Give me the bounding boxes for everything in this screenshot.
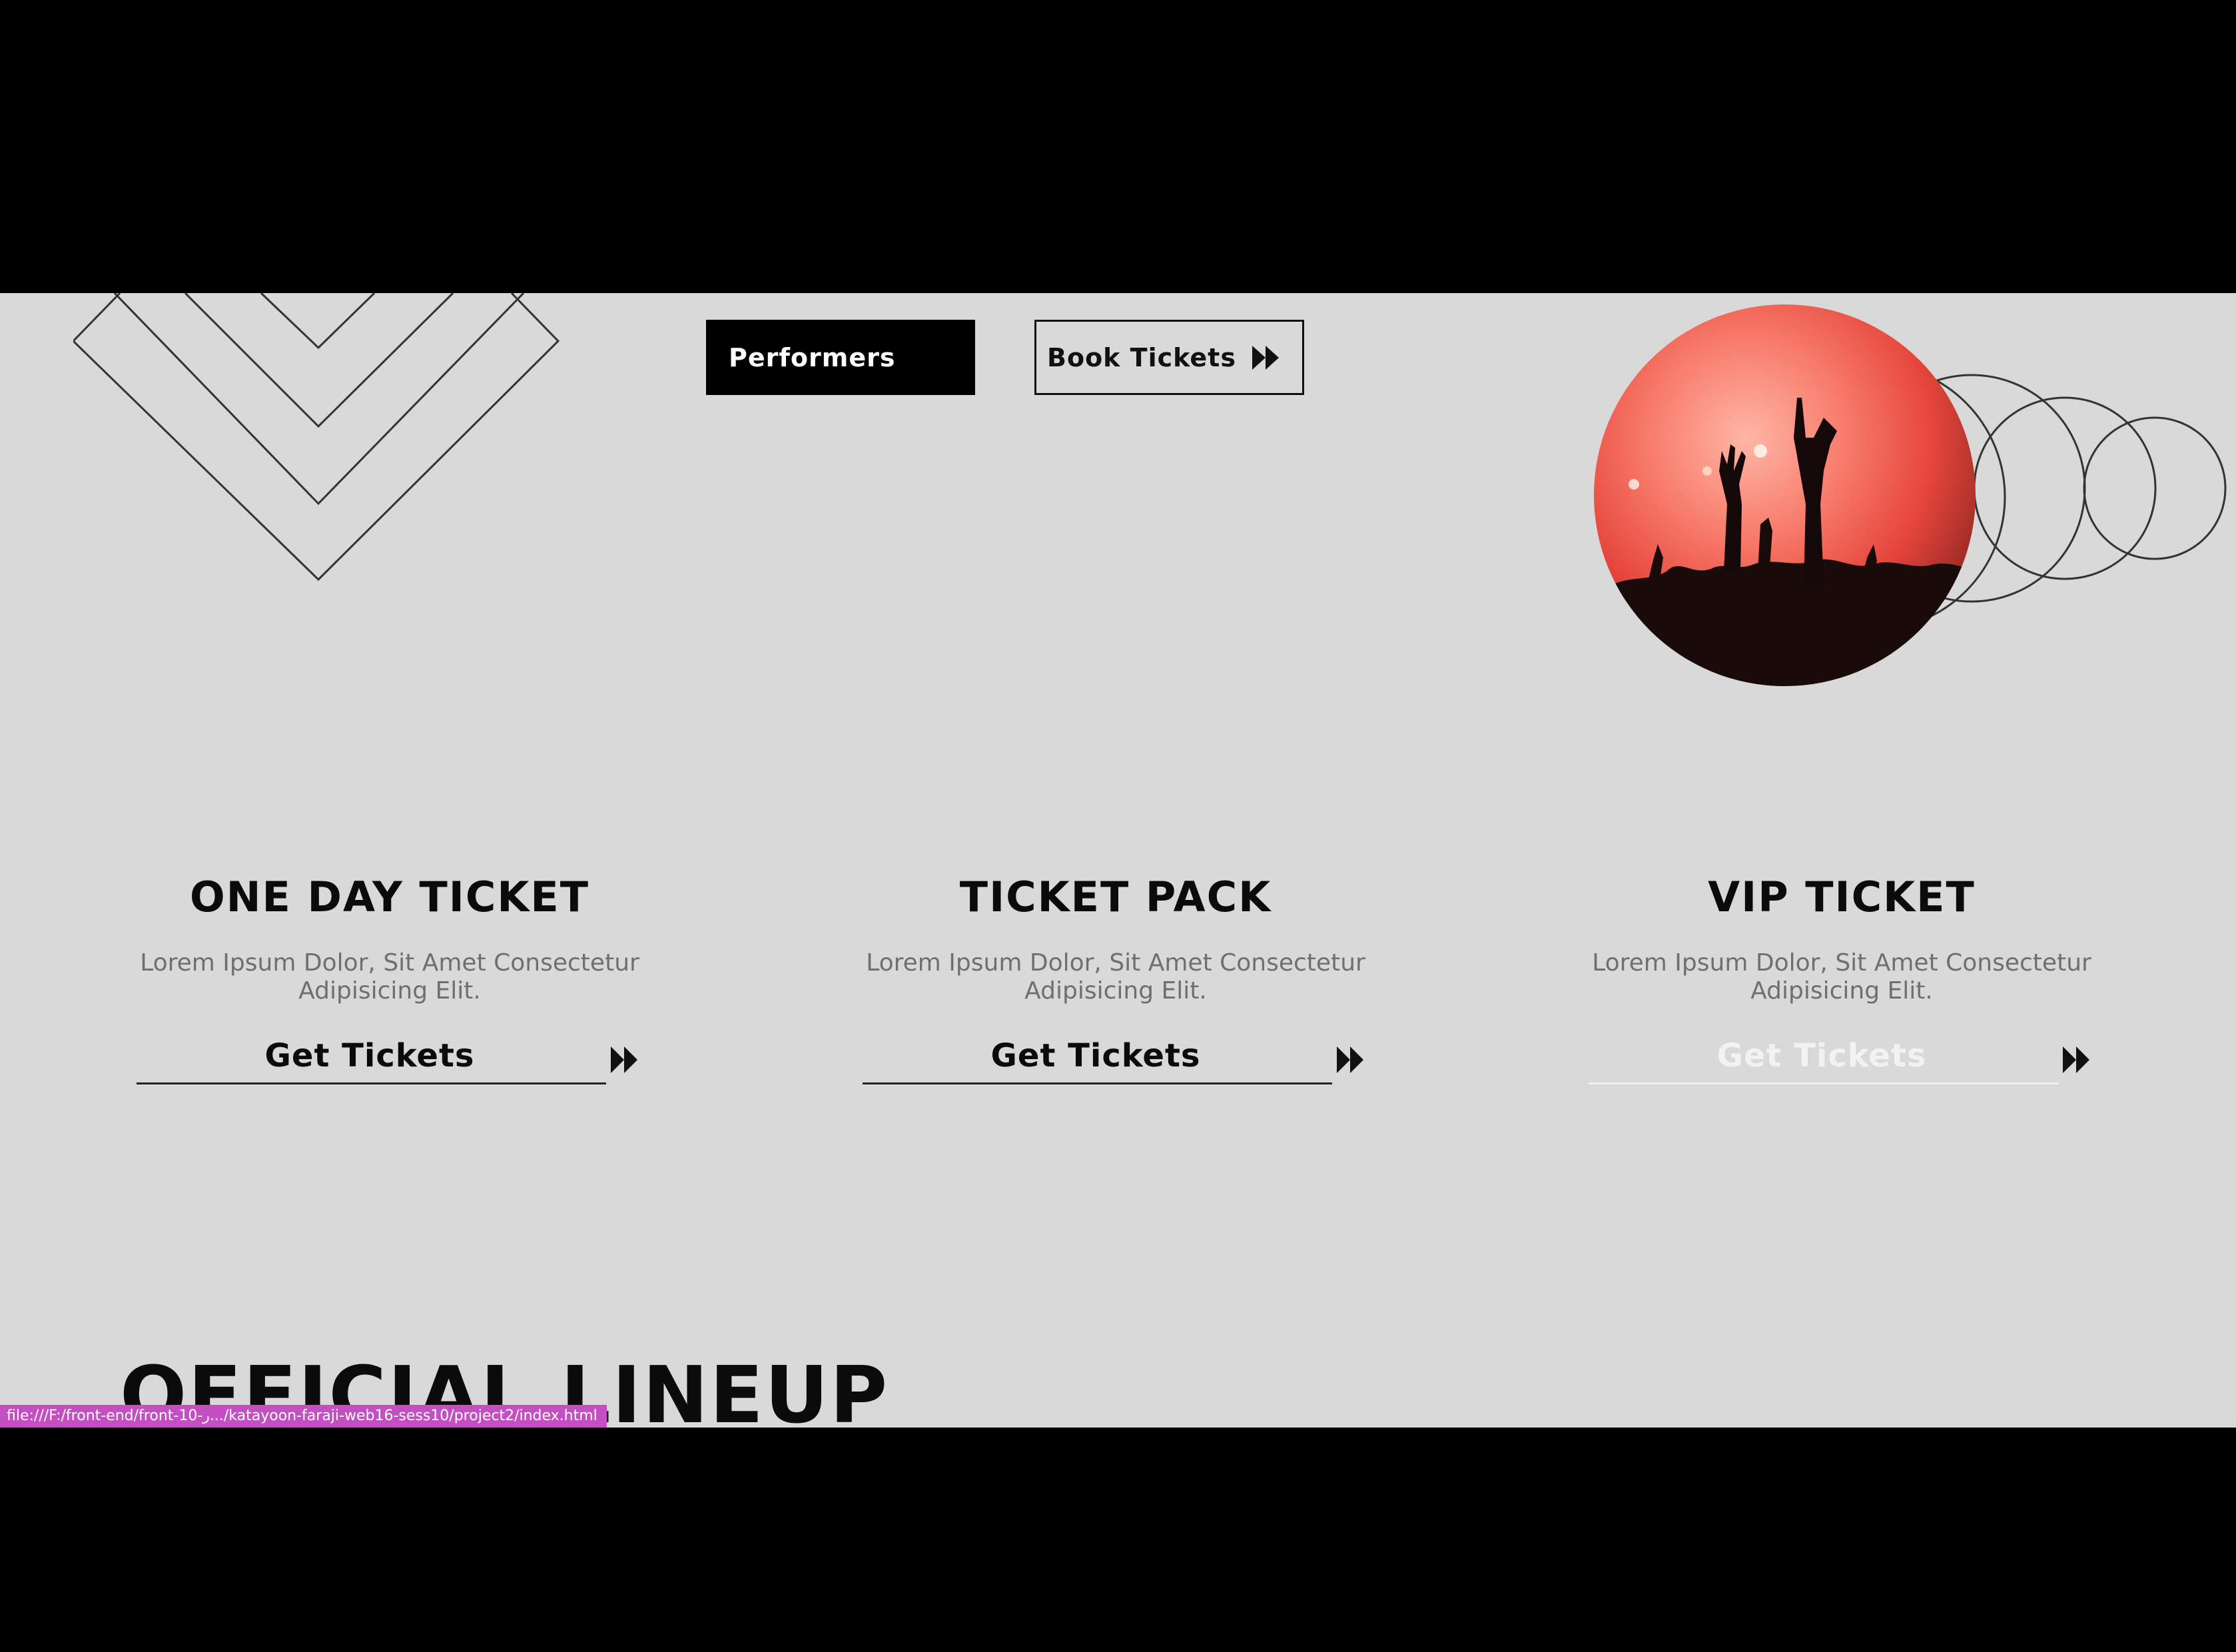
double-chevron-right-icon: [2061, 1045, 2091, 1077]
ticket-title: VIP TICKET: [1708, 873, 1976, 921]
link-underline: [137, 1082, 606, 1084]
ticket-card-vip: VIP TICKET Lorem Ipsum Dolor, Sit Amet C…: [1509, 873, 2175, 1084]
get-tickets-label: Get Tickets: [1716, 1037, 1927, 1074]
get-tickets-link[interactable]: Get Tickets: [137, 1037, 643, 1084]
performers-button-label: Performers: [729, 342, 896, 372]
ticket-description: Lorem Ipsum Dolor, Sit Amet Consectetur …: [866, 949, 1365, 1005]
status-bar-url: file:///F:/front-end/front-10-ر.../katay…: [0, 1405, 607, 1428]
get-tickets-link[interactable]: Get Tickets: [863, 1037, 1369, 1084]
concert-crowd-photo: [1594, 304, 1976, 686]
book-tickets-button-label: Book Tickets: [1047, 342, 1236, 372]
letterbox-top: [0, 0, 2236, 293]
get-tickets-label: Get Tickets: [264, 1037, 475, 1074]
double-chevron-right-icon: [1335, 1045, 1365, 1077]
page-viewport: Performers Book Tickets ONE DAY TICKET L…: [0, 293, 2236, 1428]
link-underline: [1589, 1082, 2058, 1084]
get-tickets-label: Get Tickets: [990, 1037, 1201, 1074]
double-chevron-right-icon: [1251, 344, 1280, 371]
ticket-description: Lorem Ipsum Dolor, Sit Amet Consectetur …: [140, 949, 639, 1005]
chevron-lines-decoration: [73, 293, 560, 582]
ticket-title: TICKET PACK: [959, 873, 1272, 921]
ticket-card-pack: TICKET PACK Lorem Ipsum Dolor, Sit Amet …: [783, 873, 1449, 1084]
letterbox-bottom: [0, 1428, 2236, 1652]
ticket-card-one-day: ONE DAY TICKET Lorem Ipsum Dolor, Sit Am…: [57, 873, 723, 1084]
book-tickets-button[interactable]: Book Tickets: [1034, 320, 1304, 395]
performers-button[interactable]: Performers: [706, 320, 975, 395]
ticket-title: ONE DAY TICKET: [189, 873, 590, 921]
link-underline: [863, 1082, 1332, 1084]
get-tickets-link[interactable]: Get Tickets: [1589, 1037, 2095, 1084]
double-chevron-right-icon: [609, 1045, 639, 1077]
ticket-description: Lorem Ipsum Dolor, Sit Amet Consectetur …: [1592, 949, 2091, 1005]
